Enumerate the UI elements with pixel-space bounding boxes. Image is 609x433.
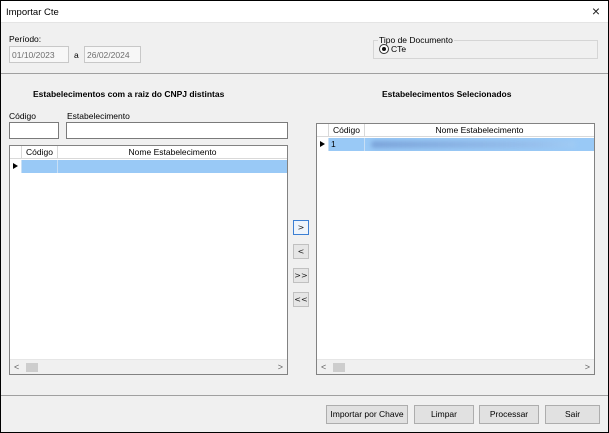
grid-header: Código Nome Estabelecimento (317, 124, 594, 137)
table-row[interactable]: 1 (317, 138, 594, 151)
column-header-codigo[interactable]: Código (22, 146, 58, 159)
scroll-right-icon[interactable]: > (585, 363, 590, 372)
import-cte-window: Importar Cte × Período: 01/10/2023 a 26/… (1, 1, 608, 432)
scroll-right-icon[interactable]: > (278, 363, 283, 372)
table-row[interactable] (10, 160, 287, 173)
column-header-codigo[interactable]: Código (329, 124, 365, 137)
row-codigo-cell[interactable] (22, 160, 58, 173)
limpar-button[interactable]: Limpar (414, 405, 474, 424)
remove-all-button[interactable]: << (293, 292, 309, 307)
current-row-arrow-icon (317, 138, 329, 151)
importar-por-chave-button[interactable]: Importar por Chave (326, 405, 408, 424)
close-icon[interactable]: × (592, 3, 600, 19)
periodo-label: Período: (9, 34, 42, 44)
estabelecimento-filter-input[interactable] (66, 122, 288, 139)
horizontal-scrollbar[interactable]: < > (317, 359, 594, 374)
top-divider (1, 73, 608, 74)
scroll-left-icon[interactable]: < (321, 363, 326, 372)
left-panel-heading: Estabelecimentos com a raiz do CNPJ dist… (33, 89, 225, 99)
cte-radio-label: CTe (391, 44, 407, 54)
scroll-thumb[interactable] (26, 363, 38, 372)
column-header-nome[interactable]: Nome Estabelecimento (365, 124, 594, 137)
periodo-separator: a (74, 50, 79, 60)
horizontal-scrollbar[interactable]: < > (10, 359, 287, 374)
codigo-filter-input[interactable] (9, 122, 59, 139)
row-nome-cell[interactable] (58, 160, 287, 173)
codigo-label: Código (9, 111, 36, 121)
sair-button[interactable]: Sair (545, 405, 600, 424)
remove-selected-button[interactable]: < (293, 244, 309, 259)
start-date-field[interactable]: 01/10/2023 (9, 46, 69, 63)
current-row-arrow-icon (10, 160, 22, 173)
selected-establishments-grid[interactable]: Código Nome Estabelecimento 1 < > (316, 123, 595, 375)
title-bar: Importar Cte × (1, 1, 608, 23)
grid-header: Código Nome Estabelecimento (10, 146, 287, 159)
row-codigo-cell[interactable]: 1 (329, 138, 365, 151)
redacted-name-blur (371, 141, 576, 148)
scroll-thumb[interactable] (333, 363, 345, 372)
processar-button[interactable]: Processar (479, 405, 539, 424)
tipo-documento-group: Tipo de Documento CTe (373, 35, 598, 59)
window-title: Importar Cte (6, 7, 59, 18)
end-date-field[interactable]: 26/02/2024 (84, 46, 141, 63)
add-selected-button[interactable]: > (293, 220, 309, 235)
row-header-column (10, 146, 22, 159)
add-all-button[interactable]: >> (293, 268, 309, 283)
bottom-divider (1, 395, 608, 396)
column-header-nome[interactable]: Nome Estabelecimento (58, 146, 287, 159)
radio-selected-icon[interactable] (379, 44, 389, 54)
row-nome-cell[interactable] (365, 138, 594, 151)
cte-radio[interactable]: CTe (379, 44, 406, 54)
row-header-column (317, 124, 329, 137)
estabelecimento-label: Estabelecimento (67, 111, 130, 121)
right-panel-heading: Estabelecimentos Selecionados (382, 89, 512, 99)
available-establishments-grid[interactable]: Código Nome Estabelecimento < > (9, 145, 288, 375)
scroll-left-icon[interactable]: < (14, 363, 19, 372)
